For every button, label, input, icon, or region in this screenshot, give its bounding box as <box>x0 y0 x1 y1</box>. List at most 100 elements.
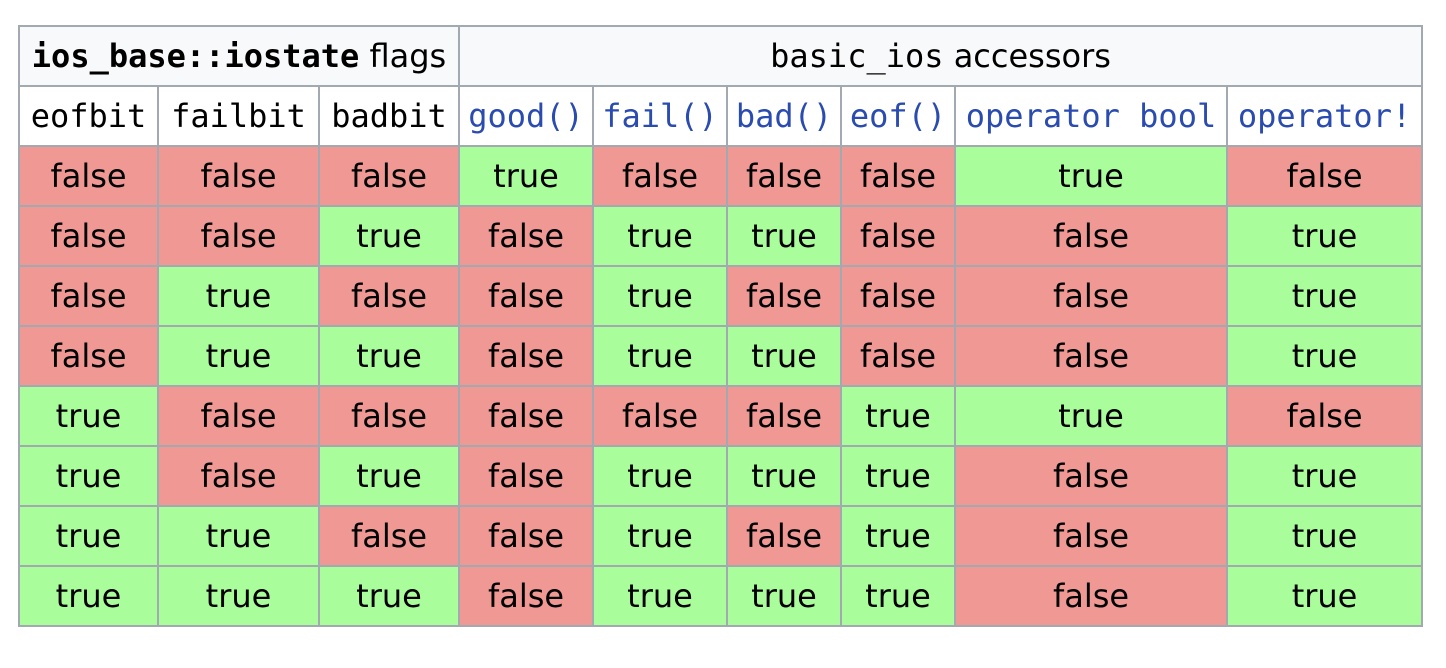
table-cell: false <box>954 265 1228 327</box>
column-label-eofbit: eofbit <box>30 97 147 135</box>
table-cell: true <box>157 565 320 627</box>
table-cell: false <box>318 265 460 327</box>
table-cell: true <box>458 145 594 207</box>
table-cell: true <box>1225 205 1424 267</box>
table-cell: false <box>157 145 320 207</box>
table-cell: false <box>726 505 842 567</box>
table-cell: true <box>726 325 842 387</box>
table-cell: true <box>954 385 1228 447</box>
table-cell: true <box>18 565 159 627</box>
table-cell: false <box>840 325 956 387</box>
table-row: false false true false true true false false tru… <box>18 205 1424 267</box>
table-cell: false <box>840 265 956 327</box>
table-row: false true false false true false false false tr… <box>18 265 1424 327</box>
table-cell: false <box>592 385 728 447</box>
table-cell: false <box>726 145 842 207</box>
flags-suffix: flags <box>359 37 447 75</box>
table-cell: false <box>157 205 320 267</box>
column-header-operator-bool: operator bool <box>954 85 1228 147</box>
table-row: false false false true false false false true fa… <box>18 145 1424 207</box>
table-cell: true <box>954 145 1228 207</box>
column-header-row: eofbit failbit badbit good() fail() bad() eof(… <box>18 85 1424 147</box>
table-cell: true <box>840 445 956 507</box>
column-header-eofbit: eofbit <box>18 85 159 147</box>
iostate-type-name: ios_base::iostate <box>31 37 360 75</box>
column-link-operator[interactable]: operator! <box>1238 97 1411 135</box>
column-label-failbit: failbit <box>171 97 306 135</box>
table-cell: false <box>726 265 842 327</box>
table-cell: false <box>318 505 460 567</box>
table-cell: true <box>1225 445 1424 507</box>
table-cell: true <box>18 385 159 447</box>
table-cell: false <box>157 445 320 507</box>
table-cell: false <box>954 205 1228 267</box>
column-label-badbit: badbit <box>331 97 447 135</box>
table-row: true false true false true true true false true <box>18 445 1424 507</box>
table-row: false true true false true true false false true <box>18 325 1424 387</box>
table-cell: false <box>458 505 594 567</box>
column-header-eof: eof() <box>840 85 956 147</box>
table-cell: true <box>18 505 159 567</box>
accessors-suffix: accessors <box>943 37 1111 75</box>
table-cell: false <box>840 205 956 267</box>
table-cell: false <box>592 145 728 207</box>
column-link-eof[interactable]: eof() <box>850 97 946 135</box>
table-cell: true <box>318 445 460 507</box>
table-row: true true true false true true true false true <box>18 565 1424 627</box>
table-cell: false <box>954 565 1228 627</box>
table-cell: true <box>592 325 728 387</box>
table-cell: true <box>157 505 320 567</box>
table-cell: true <box>726 205 842 267</box>
table-cell: false <box>1225 145 1424 207</box>
table-cell: false <box>1225 385 1424 447</box>
table-cell: true <box>840 565 956 627</box>
table-cell: true <box>1225 505 1424 567</box>
table-cell: true <box>592 445 728 507</box>
basic-ios-type-name: basic_ios <box>770 37 944 75</box>
column-link-bad[interactable]: bad() <box>736 97 832 135</box>
table-cell: true <box>1225 325 1424 387</box>
table-cell: true <box>592 565 728 627</box>
group-header-row: ios_base::iostate flags basic_ios access… <box>18 25 1424 87</box>
table-cell: false <box>840 145 956 207</box>
table-cell: false <box>458 385 594 447</box>
table-cell: true <box>840 505 956 567</box>
table-cell: false <box>458 565 594 627</box>
table-cell: false <box>954 445 1228 507</box>
table-cell: true <box>318 325 460 387</box>
table-cell: false <box>458 205 594 267</box>
table-cell: true <box>592 505 728 567</box>
iostate-truth-table: ios_base::iostate flags basic_ios access… <box>18 25 1424 627</box>
table-cell: true <box>18 445 159 507</box>
table-cell: false <box>458 445 594 507</box>
table-cell: true <box>840 385 956 447</box>
table-cell: true <box>157 325 320 387</box>
table-cell: false <box>954 505 1228 567</box>
table-row: true true false false true false true false true <box>18 505 1424 567</box>
table-cell: false <box>18 325 159 387</box>
table-cell: true <box>318 205 460 267</box>
column-header-failbit: failbit <box>157 85 320 147</box>
table-cell: true <box>1225 565 1424 627</box>
table-row: true false false false false false true true fal… <box>18 385 1424 447</box>
table-cell: false <box>18 265 159 327</box>
table-cell: false <box>157 385 320 447</box>
table-cell: true <box>592 205 728 267</box>
column-link-operator-bool[interactable]: operator bool <box>966 97 1216 135</box>
table-cell: true <box>726 565 842 627</box>
table-cell: true <box>1225 265 1424 327</box>
table-cell: false <box>954 325 1228 387</box>
table-cell: false <box>18 145 159 207</box>
column-header-good: good() <box>458 85 594 147</box>
accessors-group-header: basic_ios accessors <box>457 25 1424 87</box>
column-header-badbit: badbit <box>318 85 460 147</box>
table-body: false false false true false false false true fa… <box>18 145 1424 627</box>
table-cell: false <box>318 385 460 447</box>
column-header-fail: fail() <box>592 85 728 147</box>
table-cell: true <box>157 265 320 327</box>
table-cell: false <box>458 265 594 327</box>
column-link-fail[interactable]: fail() <box>602 97 718 135</box>
table-cell: false <box>318 145 460 207</box>
column-link-good[interactable]: good() <box>468 97 584 135</box>
column-header-bad: bad() <box>726 85 842 147</box>
